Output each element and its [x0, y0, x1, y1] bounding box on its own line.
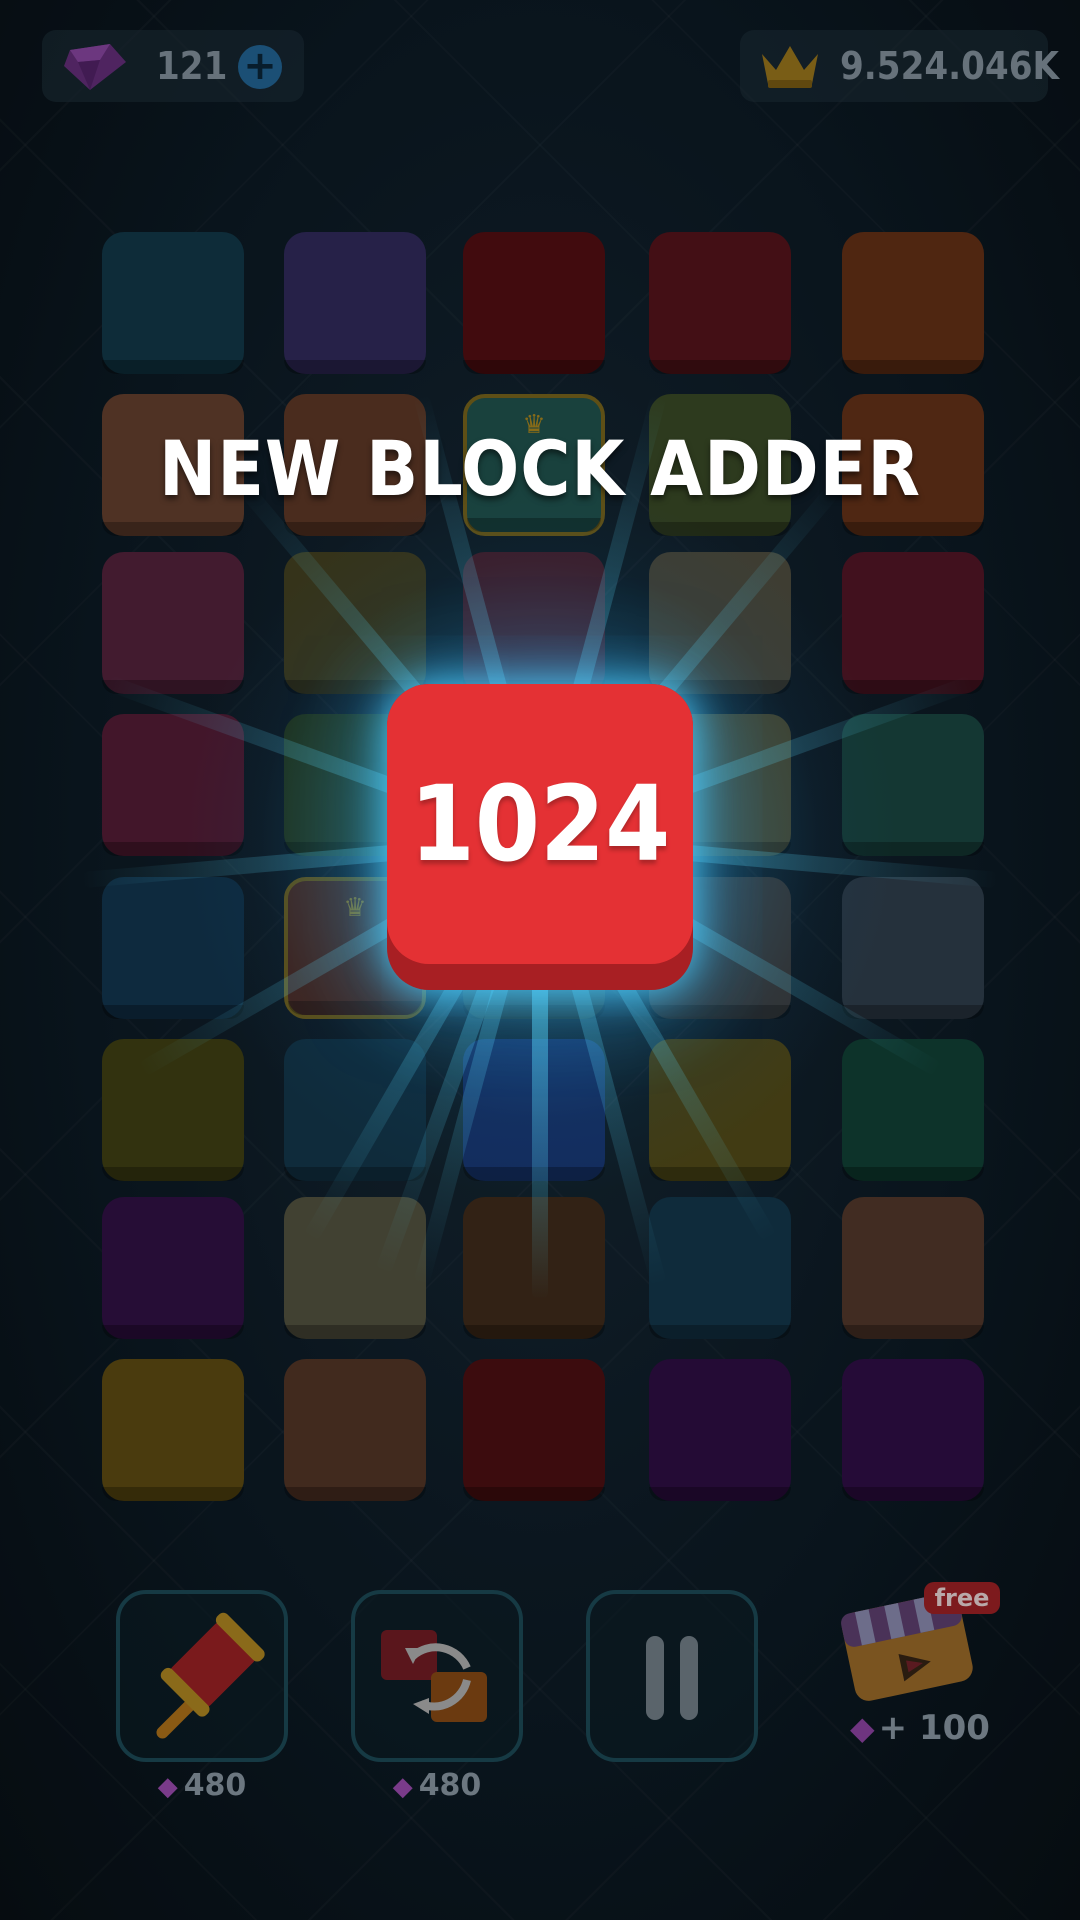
swap-cost: ◆ 480	[392, 1768, 482, 1803]
pause-icon	[646, 1636, 698, 1720]
grid-tile[interactable]	[649, 1359, 791, 1501]
grid-tile[interactable]	[842, 1197, 984, 1339]
pause-button[interactable]	[586, 1590, 758, 1762]
grid-tile[interactable]	[102, 232, 244, 374]
new-block-face: 1024	[387, 684, 693, 964]
grid-tile[interactable]	[102, 1359, 244, 1501]
swap-button[interactable]	[351, 1590, 523, 1762]
grid-tile[interactable]	[842, 552, 984, 694]
game-screen: 121 + 9.524.046K ♛♛ NEW BLOCK ADDER 1024	[0, 0, 1080, 1920]
grid-tile[interactable]	[284, 232, 426, 374]
popup-title: NEW BLOCK ADDER	[158, 424, 922, 513]
new-block: 1024	[387, 684, 693, 990]
hammer-icon	[156, 1612, 265, 1739]
hammer-cost: ◆ 480	[157, 1768, 247, 1803]
grid-tile[interactable]	[463, 232, 605, 374]
grid-tile[interactable]	[463, 1359, 605, 1501]
free-badge: free	[924, 1582, 1000, 1614]
grid-tile[interactable]	[842, 1359, 984, 1501]
hammer-button[interactable]	[116, 1590, 288, 1762]
grid-tile[interactable]	[649, 232, 791, 374]
free-gems-video-button[interactable]: free ◆ + 100	[820, 1570, 1020, 1770]
grid-tile[interactable]	[284, 1359, 426, 1501]
swap-icon	[381, 1630, 487, 1722]
gem-icon: ◆	[850, 1709, 875, 1747]
grid-tile[interactable]	[649, 1197, 791, 1339]
gem-icon: ◆	[392, 1772, 413, 1802]
grid-tile[interactable]	[842, 232, 984, 374]
grid-tile[interactable]	[102, 1197, 244, 1339]
new-block-value: 1024	[409, 763, 671, 885]
gem-icon: ◆	[157, 1772, 178, 1802]
reward-amount: ◆ + 100	[850, 1708, 990, 1748]
